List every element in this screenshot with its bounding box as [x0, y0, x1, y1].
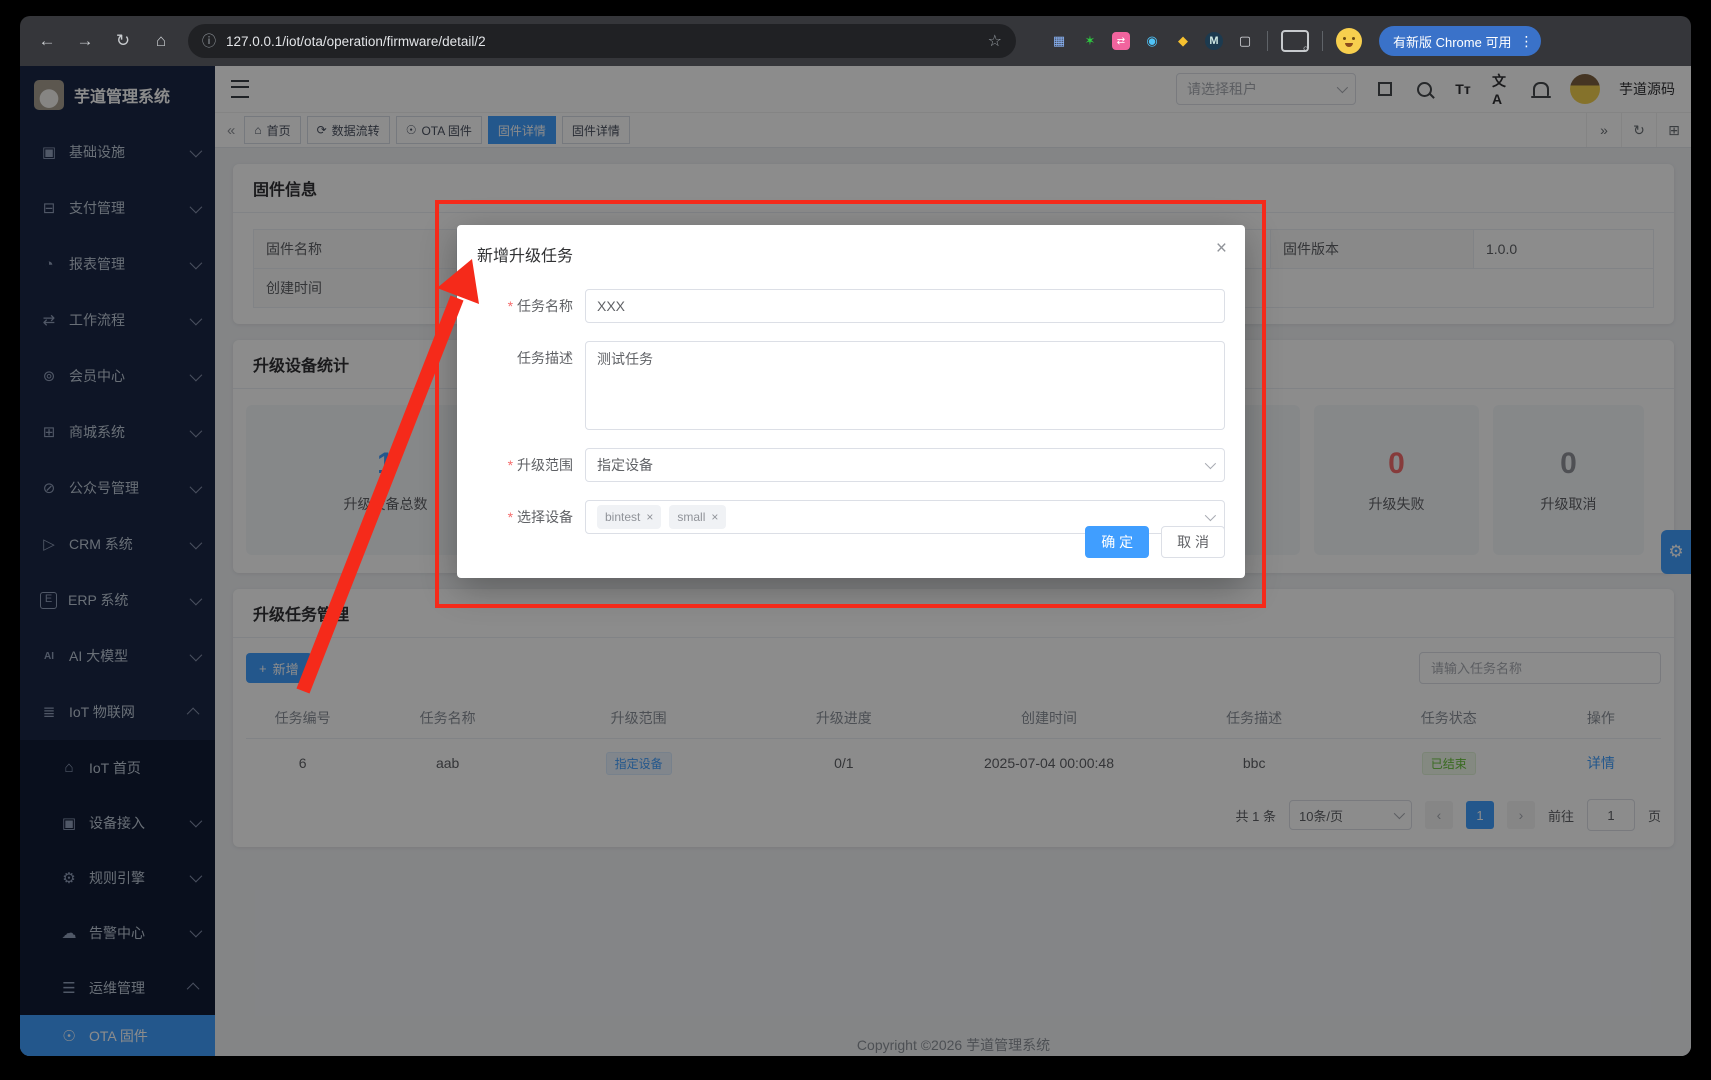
- extension-icon-2[interactable]: ✶: [1081, 32, 1099, 50]
- modal-title: 新增升级任务: [477, 242, 1225, 266]
- confirm-button[interactable]: 确 定: [1085, 526, 1149, 558]
- tab-search-icon[interactable]: [1281, 30, 1309, 52]
- add-upgrade-task-modal: 新增升级任务 × 任务名称 XXX 任务描述 测试任务 升级范围 指定设备 选择…: [457, 225, 1245, 578]
- tag-label: bintest: [605, 510, 640, 524]
- modal-form: 任务名称 XXX 任务描述 测试任务 升级范围 指定设备 选择设备 bintes…: [477, 289, 1225, 534]
- extension-icon-1[interactable]: ▦: [1050, 32, 1068, 50]
- scope-select[interactable]: 指定设备: [585, 448, 1225, 482]
- browser-forward-icon[interactable]: →: [74, 31, 96, 51]
- extension-icon-6[interactable]: M: [1205, 32, 1223, 50]
- tag-label: small: [677, 510, 705, 524]
- extension-icon-4[interactable]: ◉: [1143, 32, 1161, 50]
- device-label: 选择设备: [477, 500, 585, 534]
- browser-reload-icon[interactable]: ↻: [112, 31, 134, 51]
- url-text: 127.0.0.1/iot/ota/operation/firmware/det…: [226, 34, 486, 49]
- toolbar-divider: [1322, 31, 1323, 51]
- site-info-icon[interactable]: ⓘ: [202, 31, 216, 51]
- remove-tag-icon[interactable]: ×: [711, 510, 718, 524]
- device-tag-bintest: bintest ×: [597, 505, 661, 529]
- app-page: 芋道管理系统 ▣基础设施 ⊟支付管理 ◔报表管理 ⇄工作流程 ⊚会员中心 ⊞商城…: [20, 66, 1691, 1056]
- address-bar[interactable]: ⓘ 127.0.0.1/iot/ota/operation/firmware/d…: [188, 24, 1016, 58]
- bookmark-star-icon[interactable]: ☆: [988, 31, 1002, 51]
- scope-select-value: 指定设备: [597, 455, 653, 475]
- chrome-update-button[interactable]: 有新版 Chrome 可用 ⋮: [1379, 26, 1541, 56]
- browser-profile-avatar[interactable]: [1336, 28, 1362, 54]
- browser-menu-icon[interactable]: ⋮: [1519, 33, 1533, 50]
- modal-footer: 确 定 取 消: [1085, 526, 1225, 558]
- scope-label: 升级范围: [477, 448, 585, 482]
- chrome-update-label: 有新版 Chrome 可用: [1393, 32, 1511, 51]
- task-desc-label: 任务描述: [477, 341, 585, 430]
- browser-window: ← → ↻ ⌂ ⓘ 127.0.0.1/iot/ota/operation/fi…: [20, 16, 1691, 1056]
- toolbar-divider: [1267, 31, 1268, 51]
- task-name-input[interactable]: XXX: [585, 289, 1225, 323]
- browser-home-icon[interactable]: ⌂: [150, 31, 172, 51]
- remove-tag-icon[interactable]: ×: [646, 510, 653, 524]
- task-name-label: 任务名称: [477, 289, 585, 323]
- extension-icon-3[interactable]: ⇄: [1112, 32, 1130, 50]
- browser-toolbar: ← → ↻ ⌂ ⓘ 127.0.0.1/iot/ota/operation/fi…: [20, 16, 1691, 66]
- extension-icon-5[interactable]: ◆: [1174, 32, 1192, 50]
- browser-back-icon[interactable]: ←: [36, 31, 58, 51]
- chevron-down-icon: [1205, 458, 1216, 469]
- device-tag-small: small ×: [669, 505, 726, 529]
- close-icon[interactable]: ×: [1216, 239, 1227, 258]
- task-desc-textarea[interactable]: 测试任务: [585, 341, 1225, 430]
- cancel-button[interactable]: 取 消: [1161, 526, 1225, 558]
- extension-icon-7[interactable]: ▢: [1236, 32, 1254, 50]
- extensions-row: ▦ ✶ ⇄ ◉ ◆ M ▢ 有新版 Chrome 可用 ⋮: [1050, 26, 1541, 56]
- chevron-down-icon: [1205, 510, 1216, 521]
